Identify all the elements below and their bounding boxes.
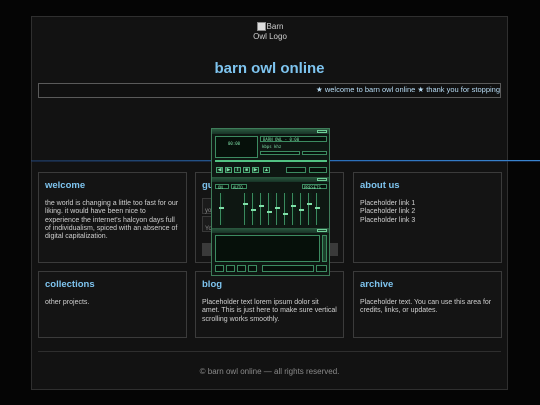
card-welcome-body: the world is changing a little too fast … <box>45 200 179 241</box>
marquee-text: ★ welcome to barn owl online ★ thank you… <box>316 85 500 94</box>
eq-preamp-slider[interactable] <box>219 193 224 225</box>
eq-band-slider[interactable] <box>291 193 296 225</box>
about-links-list: Placeholder link 1 Placeholder link 2 Pl… <box>360 200 495 225</box>
player-repeat-button[interactable] <box>309 167 327 173</box>
card-about-title: about us <box>360 180 400 191</box>
player-khz-label: khz <box>274 144 282 149</box>
eq-on-label: ON <box>218 185 223 190</box>
eq-auto-button[interactable]: AUTO <box>231 184 247 190</box>
player-volume-slider[interactable] <box>260 151 300 155</box>
playlist-select-button[interactable] <box>237 265 246 272</box>
playlist-add-button[interactable] <box>215 265 224 272</box>
eq-presets-button[interactable]: PRESETS <box>302 184 327 190</box>
card-blog: blog Placeholder text lorem ipsum dolor … <box>195 271 344 338</box>
player-time-text: 00:00 <box>228 141 241 146</box>
marquee-banner: ★ welcome to barn owl online ★ thank you… <box>38 83 501 98</box>
player-shuffle-button[interactable] <box>286 167 306 173</box>
player-balance-slider[interactable] <box>302 151 327 155</box>
about-link[interactable]: Placeholder link 3 <box>360 217 495 225</box>
eject-icon[interactable]: ▲ <box>263 167 270 173</box>
card-archive: archive Placeholder text. You can use th… <box>353 271 502 338</box>
eq-band-slider[interactable] <box>243 193 248 225</box>
eq-band-slider[interactable] <box>315 193 320 225</box>
card-archive-body: Placeholder text. You can use this area … <box>360 299 492 315</box>
card-blog-body: Placeholder text lorem ipsum dolor sit a… <box>202 299 337 323</box>
next-icon[interactable]: ▶ <box>252 167 259 173</box>
playlist-track-list[interactable] <box>215 235 320 262</box>
media-player-widget[interactable]: 00:00 BARN OWL - 0:00 kbps khz ◀ ▶ ‖ ■ ▶… <box>211 128 330 276</box>
stop-icon[interactable]: ■ <box>243 167 250 173</box>
eq-band-slider[interactable] <box>251 193 256 225</box>
about-link[interactable]: Placeholder link 1 <box>360 200 495 208</box>
eq-presets-label: PRESETS <box>304 185 321 190</box>
player-seek-bar[interactable] <box>215 160 327 162</box>
window-controls-icon[interactable] <box>317 130 327 133</box>
card-welcome-title: welcome <box>45 180 86 191</box>
player-kbps-label: kbps <box>262 144 272 149</box>
eq-on-button[interactable]: ON <box>215 184 229 190</box>
card-collections-body: other projects. <box>45 299 90 306</box>
playlist-titlebar[interactable] <box>212 228 329 233</box>
pause-icon[interactable]: ‖ <box>234 167 241 173</box>
card-archive-title: archive <box>360 279 394 290</box>
playlist-misc-button[interactable] <box>248 265 257 272</box>
player-track-text: BARN OWL - 0:00 <box>263 137 300 142</box>
player-time-display: 00:00 <box>215 136 258 158</box>
playlist-mini-transport[interactable] <box>262 265 314 272</box>
card-collections: collections other projects. <box>38 271 187 338</box>
eq-band-slider[interactable] <box>307 193 312 225</box>
playlist-scrollbar[interactable] <box>322 235 327 262</box>
site-logo: Barn Owl Logo <box>252 22 288 56</box>
about-link[interactable]: Placeholder link 2 <box>360 208 495 216</box>
prev-icon[interactable]: ◀ <box>216 167 223 173</box>
eq-band-slider[interactable] <box>299 193 304 225</box>
broken-image-icon <box>256 22 266 31</box>
card-blog-title: blog <box>202 279 223 290</box>
eq-band-slider[interactable] <box>283 193 288 225</box>
eq-band-slider[interactable] <box>259 193 264 225</box>
equalizer-close-icon[interactable] <box>317 178 327 181</box>
playlist-remove-button[interactable] <box>226 265 235 272</box>
play-icon[interactable]: ▶ <box>225 167 232 173</box>
footer-text: © barn owl online — all rights reserved. <box>199 367 340 376</box>
eq-auto-label: AUTO <box>233 185 243 190</box>
site-title: barn owl online <box>214 60 325 77</box>
card-welcome: welcome the world is changing a little t… <box>38 172 187 263</box>
player-main-titlebar[interactable] <box>212 129 329 134</box>
equalizer-titlebar[interactable] <box>212 177 329 182</box>
player-track-title: BARN OWL - 0:00 <box>260 136 327 142</box>
footer-divider <box>38 351 501 352</box>
playlist-close-icon[interactable] <box>317 229 327 232</box>
card-about: about us Placeholder link 1 Placeholder … <box>353 172 502 263</box>
eq-band-slider[interactable] <box>267 193 272 225</box>
card-collections-title: collections <box>45 279 95 290</box>
eq-band-slider[interactable] <box>275 193 280 225</box>
playlist-list-button[interactable] <box>316 265 327 272</box>
